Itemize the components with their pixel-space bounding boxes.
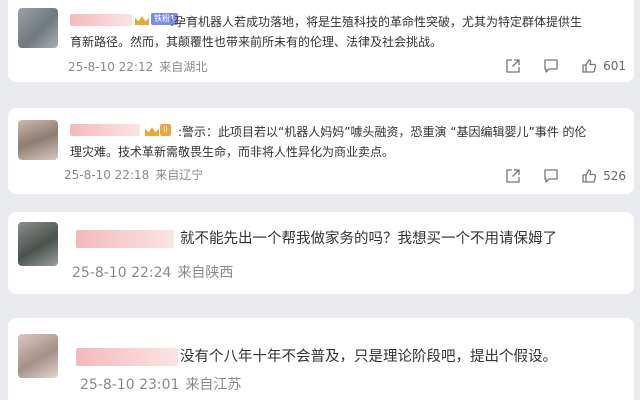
comment-location: 来自江苏: [185, 377, 242, 393]
comment-timestamp: 25-8-10 22:12: [68, 60, 154, 74]
comment-timestamp: 25-8-10 22:18: [64, 168, 150, 182]
comment-location: 来自陕西: [177, 265, 234, 281]
thumbs-up-icon[interactable]: [581, 58, 597, 74]
comment-text-line: :警示：此项目若以“机器人妈妈”噱头融资，恐重演 “基因编辑婴儿”事件 的伦: [178, 125, 587, 139]
comment-card: 铁粉1 :孕育机器人若成功落地，将是生殖科技的革命性突破，尤其为特定群体提供生 …: [8, 0, 634, 82]
comment-icon[interactable]: [543, 58, 559, 74]
avatar[interactable]: [18, 334, 58, 378]
comment-meta: 25-8-10 22:12 来自湖北: [68, 58, 207, 75]
redacted-username[interactable]: [76, 230, 174, 248]
comment-text: 就不能先出一个帮我做家务的吗？我想买一个不用请保姆了: [180, 231, 557, 247]
comment-location: 来自湖北: [159, 60, 208, 74]
avatar[interactable]: [18, 120, 58, 160]
like-count: 526: [603, 169, 626, 183]
comment-actions: 526: [483, 168, 626, 184]
comment-meta: 25-8-10 23:01 来自江苏: [80, 374, 241, 394]
comment-meta: 25-8-10 22:24 来自陕西: [72, 262, 233, 282]
thumbs-up-icon[interactable]: [581, 168, 597, 184]
like-button[interactable]: 601: [581, 58, 626, 74]
comment-card: 就不能先出一个帮我做家务的吗？我想买一个不用请保姆了 25-8-10 22:24…: [8, 212, 634, 294]
comment-text-line: 理灾难。技术革新需敬畏生命，而非将人性异化为商业卖点。: [70, 145, 395, 159]
comment-text-line: 育新路径。然而，其颠覆性也带来前所未有的伦理、法律及社会挑战。: [70, 35, 443, 49]
comment-icon[interactable]: [543, 168, 559, 184]
like-count: 601: [603, 59, 626, 73]
comment-text: 没有个八年十年不会普及，只是理论阶段吧，提出个假设。: [180, 349, 557, 365]
avatar[interactable]: [18, 222, 58, 266]
comment-text: :警示：此项目若以“机器人妈妈”噱头融资，恐重演 “基因编辑婴儿”事件 的伦 理…: [70, 122, 624, 162]
comment-timestamp: 25-8-10 23:01: [80, 377, 180, 393]
comment-actions: 601: [483, 58, 626, 74]
comment-text-line: :孕育机器人若成功落地，将是生殖科技的革命性突破，尤其为特定群体提供生: [170, 15, 583, 29]
share-icon[interactable]: [505, 168, 521, 184]
share-icon[interactable]: [505, 58, 521, 74]
like-button[interactable]: 526: [581, 168, 626, 184]
redacted-username[interactable]: [76, 348, 178, 366]
comment-text: :孕育机器人若成功落地，将是生殖科技的革命性突破，尤其为特定群体提供生 育新路径…: [70, 12, 624, 52]
comment-location: 来自辽宁: [155, 168, 204, 182]
comment-card: II :警示：此项目若以“机器人妈妈”噱头融资，恐重演 “基因编辑婴儿”事件 的…: [8, 108, 634, 194]
avatar[interactable]: [18, 8, 58, 48]
comment-timestamp: 25-8-10 22:24: [72, 265, 172, 281]
comment-card: 没有个八年十年不会普及，只是理论阶段吧，提出个假设。 25-8-10 23:01…: [8, 318, 634, 400]
comment-meta: 25-8-10 22:18 来自辽宁: [64, 166, 203, 183]
